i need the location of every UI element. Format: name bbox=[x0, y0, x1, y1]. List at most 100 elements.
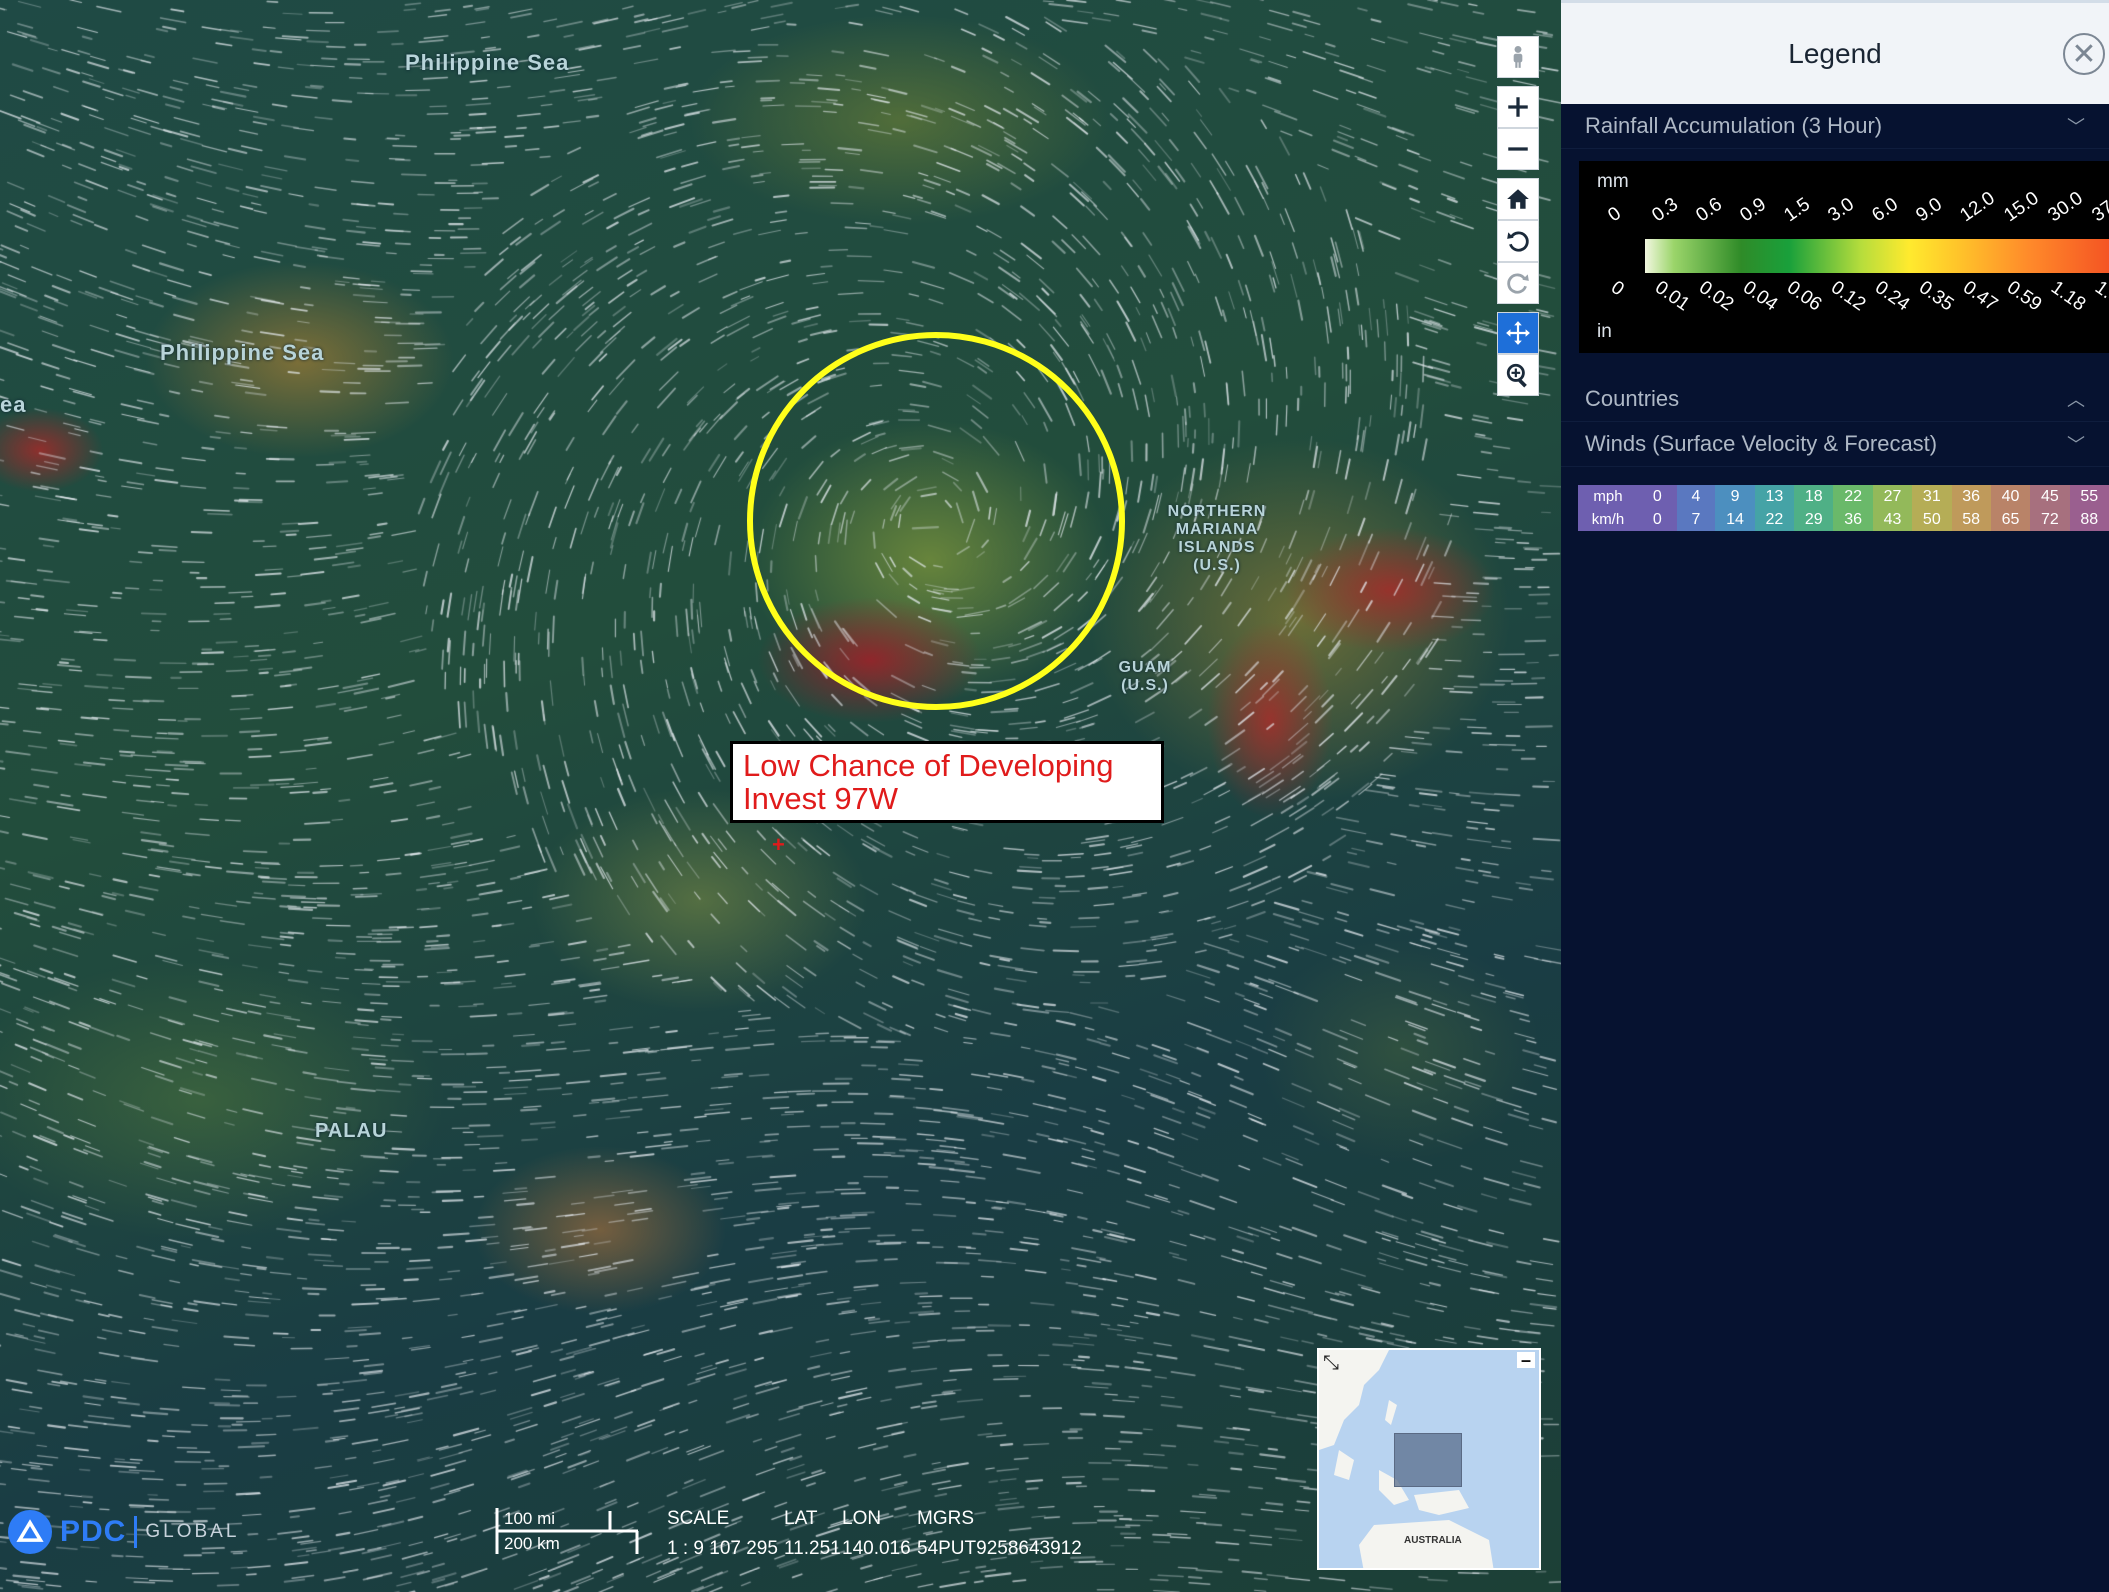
rainfall-in-tick: 0.06 bbox=[1782, 277, 1826, 316]
wind-kmh-value: 72 bbox=[2030, 508, 2070, 531]
zoom-box-button[interactable] bbox=[1497, 354, 1539, 396]
brand-tagline: GLOBAL bbox=[145, 1521, 240, 1542]
scale-km: 200 km bbox=[504, 1534, 560, 1553]
rainfall-mm-tick: 0.6 bbox=[1692, 193, 1727, 227]
brand-name: PDC bbox=[60, 1515, 127, 1548]
section-title: Winds (Surface Velocity & Forecast) bbox=[1585, 431, 1938, 456]
home-button[interactable] bbox=[1497, 178, 1539, 220]
label-line: ISLANDS bbox=[1178, 539, 1256, 556]
label-line: (U.S.) bbox=[1193, 557, 1241, 574]
wind-mph-value: 22 bbox=[1833, 485, 1873, 508]
rainfall-mm-tick: 9.0 bbox=[1912, 193, 1947, 227]
scale-bar: 100 mi 200 km bbox=[494, 1506, 640, 1556]
storm-callout-line2: Invest 97W bbox=[743, 781, 899, 816]
rainfall-unit-in: in bbox=[1597, 321, 1612, 342]
home-icon bbox=[1507, 189, 1529, 209]
street-view-icon bbox=[1513, 45, 1523, 68]
rainfall-in-tick: 1.18 bbox=[2046, 277, 2090, 316]
section-title: Rainfall Accumulation (3 Hour) bbox=[1585, 113, 1883, 138]
label-line: MARIANA bbox=[1175, 521, 1259, 538]
map-label-northern-mariana-islands: NORTHERN MARIANA ISLANDS (U.S.) bbox=[1162, 503, 1272, 575]
wind-kmh-value: 50 bbox=[1912, 508, 1952, 531]
label-line: GUAM bbox=[1118, 659, 1172, 676]
label-line: NORTHERN bbox=[1167, 503, 1267, 520]
label-line: (U.S.) bbox=[1121, 677, 1169, 694]
chevron-down-icon: ﹀ bbox=[2067, 435, 2085, 455]
pan-icon bbox=[1506, 321, 1530, 345]
rotate-left-icon bbox=[1507, 231, 1529, 252]
expand-icon[interactable]: ⤡ bbox=[1323, 1352, 1339, 1375]
rainfall-in-tick: 0.59 bbox=[2002, 277, 2046, 316]
wind-kmh-value: 7 bbox=[1676, 508, 1716, 531]
storm-position-marker-icon: + bbox=[772, 832, 785, 857]
pdc-logo-icon bbox=[8, 1510, 52, 1554]
lat-label: LAT bbox=[784, 1508, 818, 1529]
map-label-philippine-sea: Philippine Sea bbox=[160, 340, 325, 365]
close-legend-button[interactable]: ✕ bbox=[2063, 33, 2105, 75]
zoom-in-button[interactable] bbox=[1497, 86, 1539, 128]
chevron-down-icon: ﹀ bbox=[2067, 117, 2085, 137]
mgrs-label: MGRS bbox=[917, 1508, 974, 1529]
legend-panel: Legend ✕ Rainfall Accumulation (3 Hour) … bbox=[1561, 0, 2109, 1592]
overview-label-australia: AUSTRALIA bbox=[1404, 1535, 1462, 1546]
legend-header: Legend ✕ bbox=[1561, 0, 2109, 104]
rotate-left-button[interactable] bbox=[1497, 220, 1539, 262]
wind-mph-value: 9 bbox=[1715, 485, 1755, 508]
map-view[interactable]: Philippine Sea Philippine Sea ea NORTHER… bbox=[0, 0, 1561, 1592]
wind-mph-value: 31 bbox=[1912, 485, 1952, 508]
lon-label: LON bbox=[842, 1508, 882, 1529]
scale-label: SCALE bbox=[667, 1508, 730, 1529]
wind-mph-value: 40 bbox=[1990, 485, 2031, 508]
close-icon: ✕ bbox=[2071, 37, 2097, 71]
wind-mph-value: 36 bbox=[1951, 485, 1991, 508]
rainfall-mm-tick: 15.0 bbox=[2000, 187, 2043, 227]
collapse-overview-button[interactable]: – bbox=[1517, 1350, 1535, 1370]
zoom-box-icon bbox=[1506, 363, 1527, 388]
legend-section-countries[interactable]: Countries ︿ bbox=[1561, 377, 2109, 422]
wind-mph-value: 55 bbox=[2069, 485, 2109, 508]
map-label-palau: PALAU bbox=[315, 1120, 388, 1142]
wind-mph-value: 0 bbox=[1637, 485, 1677, 508]
wind-kmh-value: 29 bbox=[1794, 508, 1834, 531]
legend-title: Legend bbox=[1788, 37, 1882, 69]
storm-callout-line1: Low Chance of Developing bbox=[743, 748, 1114, 783]
overview-map[interactable]: ⤡ – AUSTRALIA bbox=[1317, 1348, 1541, 1570]
legend-section-rainfall[interactable]: Rainfall Accumulation (3 Hour) ﹀ bbox=[1561, 104, 2109, 149]
rotate-right-button[interactable] bbox=[1497, 262, 1539, 304]
wind-kmh-value: 0 bbox=[1637, 508, 1677, 531]
wind-kmh-value: 14 bbox=[1715, 508, 1755, 531]
rainfall-in-tick: 0.01 bbox=[1650, 277, 1694, 316]
chevron-up-icon: ︿ bbox=[2067, 390, 2085, 410]
rainfall-mm-tick: 0 bbox=[1604, 202, 1626, 227]
rainfall-color-scale: mm in 0 0.3 0.6 0.9 1.5 3.0 6.0 9.0 12.0 15.0 30.0… bbox=[1579, 161, 2109, 353]
zoom-out-button[interactable] bbox=[1497, 128, 1539, 170]
wind-unit-mph: mph bbox=[1578, 485, 1638, 508]
wind-mph-value: 45 bbox=[2030, 485, 2070, 508]
wind-kmh-value: 88 bbox=[2069, 508, 2109, 531]
wind-mph-value: 4 bbox=[1676, 485, 1716, 508]
wind-mph-value: 18 bbox=[1794, 485, 1834, 508]
wind-mph-row: mph 0 4 9 13 18 22 27 31 36 40 45 55 bbox=[1578, 485, 2109, 508]
map-toolbar bbox=[1497, 36, 1541, 396]
rainfall-mm-tick: 6.0 bbox=[1868, 193, 1903, 227]
wind-speed-scale: mph 0 4 9 13 18 22 27 31 36 40 45 55 km/h 0 7 14 22 29 3… bbox=[1578, 485, 2109, 531]
rainfall-in-tick: 0.24 bbox=[1870, 277, 1914, 316]
street-view-button[interactable] bbox=[1497, 36, 1539, 78]
scale-miles: 100 mi bbox=[504, 1509, 556, 1528]
rainfall-in-tick: 0.04 bbox=[1738, 277, 1782, 316]
pan-button[interactable] bbox=[1497, 312, 1539, 354]
wind-unit-kmh: km/h bbox=[1578, 508, 1638, 531]
wind-kmh-value: 58 bbox=[1951, 508, 1991, 531]
rainfall-unit-mm: mm bbox=[1597, 171, 1629, 192]
rainfall-in-tick: 0 bbox=[1606, 277, 1628, 301]
legend-section-winds[interactable]: Winds (Surface Velocity & Forecast) ﹀ bbox=[1561, 422, 2109, 467]
wind-mph-value: 27 bbox=[1872, 485, 1913, 508]
wind-mph-value: 13 bbox=[1754, 485, 1795, 508]
rainfall-in-tick: 1.46 bbox=[2090, 277, 2109, 316]
storm-circle bbox=[747, 332, 1125, 710]
scale-value: 1 : 9 107 295 bbox=[667, 1538, 778, 1559]
overview-extent-box[interactable] bbox=[1394, 1433, 1462, 1487]
rainfall-mm-tick: 3.0 bbox=[1824, 193, 1859, 227]
zoom-in-icon bbox=[1508, 97, 1528, 117]
rainfall-in-tick: 0.12 bbox=[1826, 277, 1870, 316]
